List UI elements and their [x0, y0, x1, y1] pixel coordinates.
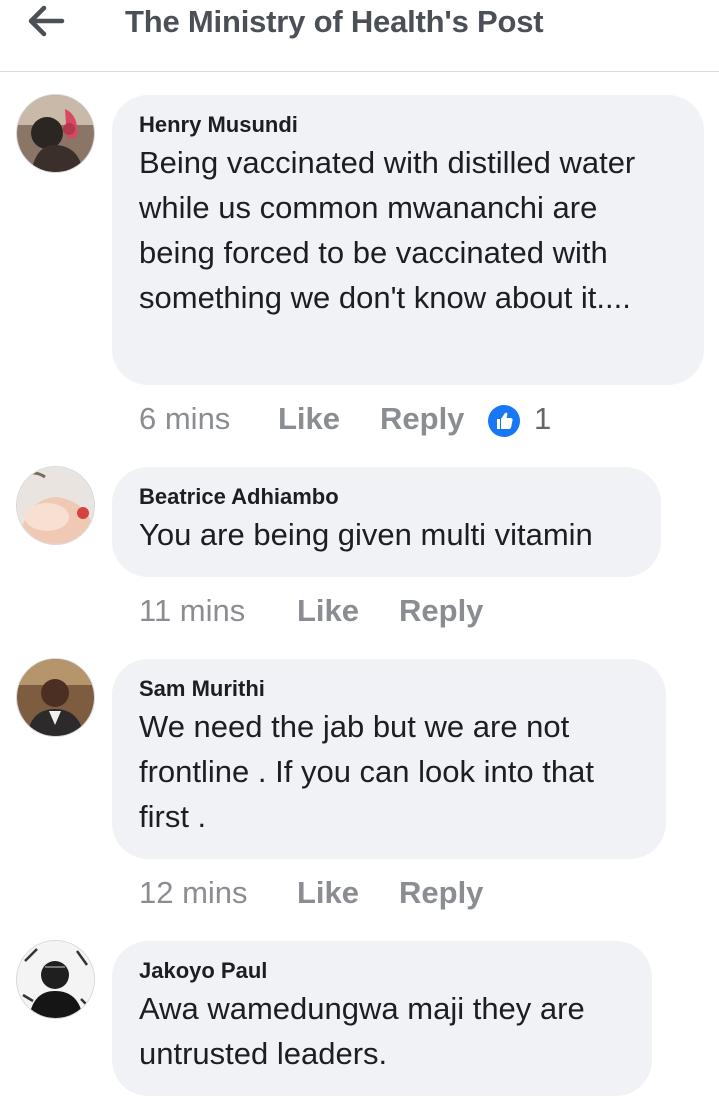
comment-time[interactable]: 12 mins [139, 873, 248, 913]
like-button[interactable]: Like [278, 399, 340, 439]
reply-button[interactable]: Reply [399, 873, 483, 913]
comment-bubble: Sam Murithi We need the jab but we are n… [112, 659, 666, 859]
comment-time[interactable]: 11 mins [139, 591, 245, 631]
like-button[interactable]: Like [297, 591, 359, 631]
post-header: The Ministry of Health's Post [0, 0, 719, 72]
comment-bubble: Jakoyo Paul Awa wamedungwa maji they are… [112, 941, 652, 1096]
comment-bubble: Henry Musundi Being vaccinated with dist… [112, 95, 704, 385]
comment-actions: 6 mins Like Reply 1 [139, 399, 719, 439]
avatar[interactable] [17, 467, 94, 544]
avatar[interactable] [17, 95, 94, 172]
page-title: The Ministry of Health's Post [125, 4, 544, 39]
comment-author[interactable]: Sam Murithi [139, 676, 642, 702]
thumbs-up-icon[interactable] [488, 405, 520, 437]
avatar[interactable] [17, 659, 94, 736]
comment-text: You are being given multi vitamin [139, 517, 593, 552]
like-button[interactable]: Like [297, 873, 359, 913]
comment-time[interactable]: 6 mins [139, 399, 230, 439]
comment-text: We need the jab but we are not frontline… [139, 709, 594, 834]
comment-actions: 12 mins Like Reply [139, 873, 539, 913]
comment-author[interactable]: Jakoyo Paul [139, 958, 628, 984]
reply-button[interactable]: Reply [399, 591, 483, 631]
comment-actions: 11 mins Like Reply [139, 591, 539, 631]
reply-button[interactable]: Reply [380, 399, 464, 439]
comment-author[interactable]: Henry Musundi [139, 112, 680, 138]
comment-bubble: Beatrice Adhiambo You are being given mu… [112, 467, 661, 577]
arrow-left-icon [28, 5, 65, 37]
comment-text: Being vaccinated with distilled water wh… [139, 145, 636, 315]
avatar[interactable] [17, 941, 94, 1018]
comment-text: Awa wamedungwa maji they are untrusted l… [139, 991, 585, 1071]
back-button[interactable] [24, 2, 72, 42]
reaction-count[interactable]: 1 [534, 399, 551, 439]
comment-author[interactable]: Beatrice Adhiambo [139, 484, 637, 510]
